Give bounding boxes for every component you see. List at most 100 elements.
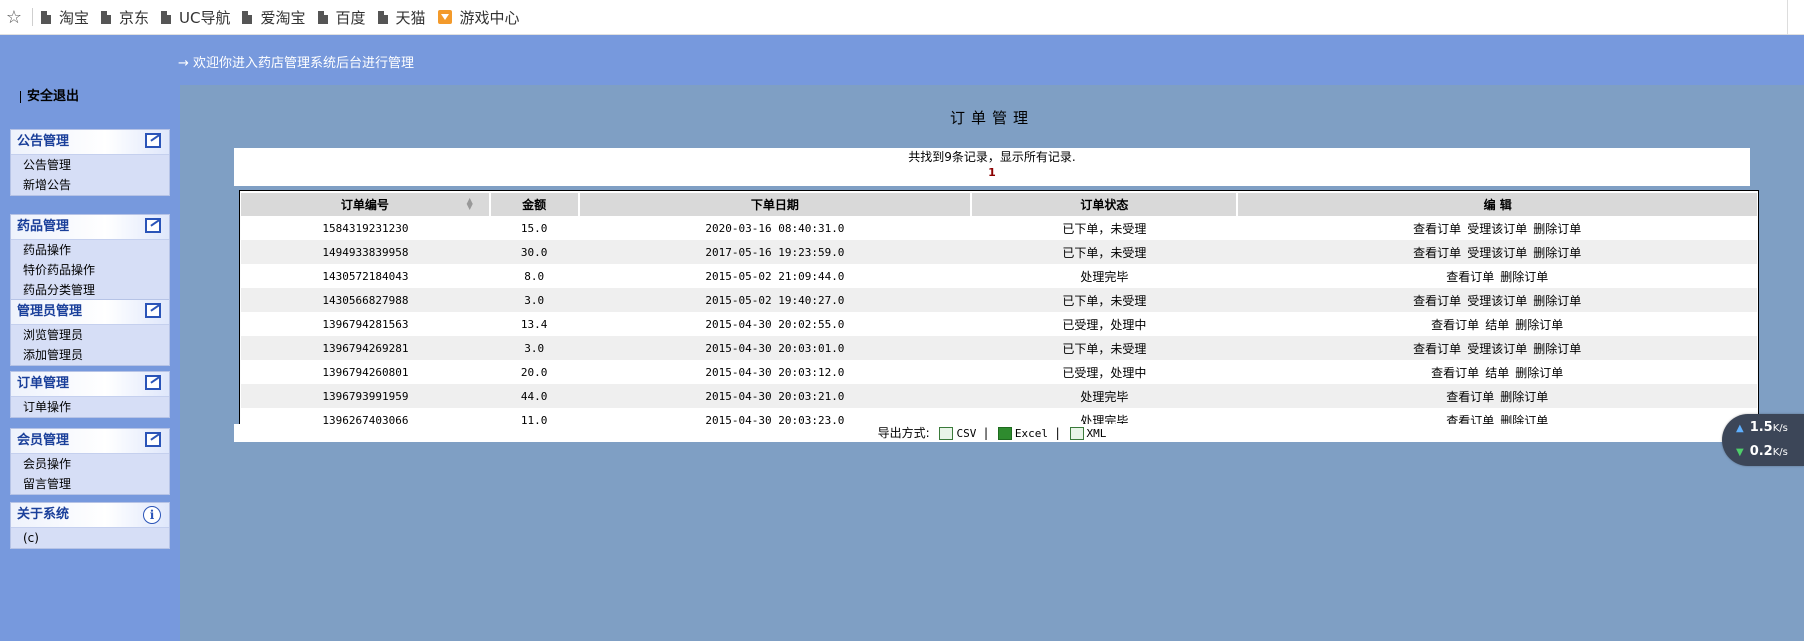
column-header-amount: 金额 xyxy=(489,193,580,216)
menu-item[interactable]: (c) xyxy=(11,528,169,548)
order-action-link[interactable]: 受理该订单 xyxy=(1467,246,1527,260)
menu-item[interactable]: 会员操作 xyxy=(11,454,169,474)
order-action-link[interactable]: 查看订单 xyxy=(1413,294,1461,308)
sidebar: 安全退出 公告管理 公告管理 新增公告 药品管理 药品操作 特价药品操作 药品分类管理 管理员… xyxy=(0,85,180,641)
record-info-box: 共找到9条记录，显示所有记录. 1 xyxy=(234,148,1750,186)
bookmark-label: 游戏中心 xyxy=(459,8,520,27)
order-action-link[interactable]: 结单 xyxy=(1485,366,1509,380)
edit-icon xyxy=(145,303,161,318)
bookmark-item[interactable]: 游戏中心 xyxy=(437,7,520,28)
column-header-status: 订单状态 xyxy=(971,193,1239,216)
date-cell: 2017-05-16 19:23:59.0 xyxy=(578,240,972,264)
order-id-cell: 1396794269281 xyxy=(241,336,490,360)
record-count-text: 共找到9条记录，显示所有记录. xyxy=(908,150,1076,164)
menu-group: 订单管理 订单操作 xyxy=(10,371,170,418)
status-cell: 处理完毕 xyxy=(971,264,1238,288)
order-id-cell: 1396793991959 xyxy=(241,384,490,408)
order-action-link[interactable]: 删除订单 xyxy=(1515,366,1563,380)
bookmark-item[interactable]: 淘宝 xyxy=(41,7,89,28)
file-icon xyxy=(377,10,388,24)
export-csv-link[interactable]: CSV xyxy=(956,427,976,440)
order-action-link[interactable]: 受理该订单 xyxy=(1467,342,1527,356)
date-cell: 2020-03-16 08:40:31.0 xyxy=(578,216,972,240)
order-action-link[interactable]: 结单 xyxy=(1485,318,1509,332)
bookmark-item[interactable]: 爱淘宝 xyxy=(242,7,306,28)
order-id-cell: 1430572184043 xyxy=(241,264,490,288)
table-row: 1396794260801 20.0 2015-04-30 20:03:12.0 已受… xyxy=(241,360,1757,384)
game-icon xyxy=(437,10,452,24)
page-number-link[interactable]: 1 xyxy=(234,166,1750,180)
order-action-link[interactable]: 查看订单 xyxy=(1446,270,1494,284)
order-id-cell: 1396794281563 xyxy=(241,312,490,336)
menu-group: 药品管理药品操作 特价药品操作 药品分类管理 xyxy=(10,214,170,301)
order-action-link[interactable]: 查看订单 xyxy=(1413,342,1461,356)
menu-title-label: 管理员管理 xyxy=(17,304,83,319)
download-arrow-icon: ▼ xyxy=(1736,447,1744,458)
order-action-link[interactable]: 查看订单 xyxy=(1446,390,1494,404)
date-cell: 2015-04-30 20:03:01.0 xyxy=(578,336,972,360)
order-action-link[interactable]: 删除订单 xyxy=(1515,318,1563,332)
main-content: 订单管理 共找到9条记录，显示所有记录. 1 订单编号 ▲ ▼ 金额 下单日期 订单… xyxy=(180,85,1804,641)
menu-item[interactable]: 特价药品操作 xyxy=(11,260,169,280)
menu-item[interactable]: 公告管理 xyxy=(11,155,169,175)
menu-title[interactable]: 药品管理 xyxy=(11,215,169,240)
upload-speed: ▲ 1.5K/s xyxy=(1736,420,1788,435)
logout-link[interactable]: 安全退出 xyxy=(20,85,79,104)
order-action-link[interactable]: 删除订单 xyxy=(1500,390,1548,404)
bookmark-item[interactable]: 天猫 xyxy=(377,7,426,28)
order-action-link[interactable]: 删除订单 xyxy=(1533,246,1581,260)
menu-title[interactable]: 公告管理 xyxy=(11,130,169,155)
order-action-link[interactable]: 受理该订单 xyxy=(1467,294,1527,308)
actions-cell: 查看订单 删除订单 xyxy=(1237,264,1757,288)
order-action-link[interactable]: 查看订单 xyxy=(1413,246,1461,260)
bookmark-item[interactable]: 百度 xyxy=(317,7,366,28)
menu-title[interactable]: 管理员管理 xyxy=(11,300,169,325)
order-action-link[interactable]: 查看订单 xyxy=(1413,222,1461,236)
welcome-text: → 欢迎你进入药店管理系统后台进行管理 xyxy=(178,56,415,71)
bookmark-item[interactable]: UC导航 xyxy=(161,7,230,28)
excel-icon xyxy=(997,427,1012,440)
xml-icon xyxy=(1069,427,1084,440)
order-id-cell: 1584319231230 xyxy=(241,216,490,240)
export-xml-link[interactable]: XML xyxy=(1087,427,1107,440)
menu-title-label: 会员管理 xyxy=(17,433,70,448)
table-row: 1396793991959 44.0 2015-04-30 20:03:21.0 处理… xyxy=(241,384,1757,408)
menu-title[interactable]: 会员管理 xyxy=(11,429,169,454)
export-excel-link[interactable]: Excel xyxy=(1015,427,1048,440)
bookmark-item[interactable]: 京东 xyxy=(101,7,149,28)
export-separator: | xyxy=(980,426,989,440)
star-icon[interactable]: ☆ xyxy=(0,7,28,28)
order-action-link[interactable]: 删除订单 xyxy=(1500,270,1548,284)
download-unit: K/s xyxy=(1772,447,1788,458)
menu-item[interactable]: 药品分类管理 xyxy=(11,280,169,300)
actions-cell: 查看订单 结单 删除订单 xyxy=(1237,312,1757,336)
bookmark-label: 京东 xyxy=(119,8,150,27)
menu-title[interactable]: 关于系统 i xyxy=(11,503,169,528)
date-cell: 2015-04-30 20:02:55.0 xyxy=(578,312,972,336)
order-action-link[interactable]: 查看订单 xyxy=(1431,318,1479,332)
menu-item[interactable]: 新增公告 xyxy=(11,175,169,195)
menu-title[interactable]: 订单管理 xyxy=(11,372,169,397)
bookmark-label: 百度 xyxy=(335,8,366,27)
menu-title-label: 药品管理 xyxy=(17,219,70,234)
order-action-link[interactable]: 删除订单 xyxy=(1533,222,1581,236)
menu-item[interactable]: 订单操作 xyxy=(11,397,169,417)
date-cell: 2015-05-02 21:09:44.0 xyxy=(578,264,972,288)
menu-item[interactable]: 药品操作 xyxy=(11,240,169,260)
column-label: 订单编号 xyxy=(340,198,389,212)
network-speed-widget[interactable]: ▲ 1.5K/s ▼ 0.2K/s xyxy=(1722,414,1804,466)
status-cell: 已下单，未受理 xyxy=(971,288,1238,312)
table-row: 1396794281563 13.4 2015-04-30 20:02:55.0 已受… xyxy=(241,312,1757,336)
column-header-order-id[interactable]: 订单编号 ▲ ▼ xyxy=(241,193,491,216)
menu-item[interactable]: 浏览管理员 xyxy=(11,325,169,345)
order-action-link[interactable]: 查看订单 xyxy=(1431,366,1479,380)
menu-item[interactable]: 添加管理员 xyxy=(11,345,169,365)
table-row: 1494933839958 30.0 2017-05-16 19:23:59.0 已下… xyxy=(241,240,1757,264)
status-cell: 处理完毕 xyxy=(971,384,1238,408)
file-icon xyxy=(317,10,328,24)
sort-icon[interactable]: ▲ ▼ xyxy=(467,197,473,211)
menu-item[interactable]: 留言管理 xyxy=(11,474,169,494)
order-action-link[interactable]: 受理该订单 xyxy=(1467,222,1527,236)
order-action-link[interactable]: 删除订单 xyxy=(1533,294,1581,308)
order-action-link[interactable]: 删除订单 xyxy=(1533,342,1581,356)
